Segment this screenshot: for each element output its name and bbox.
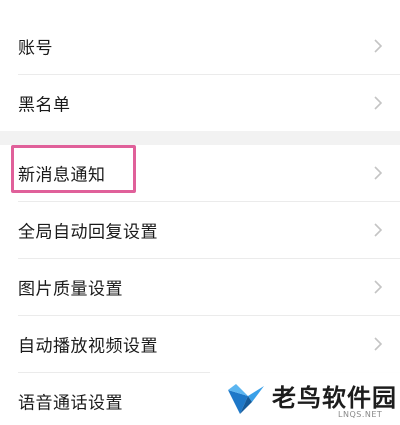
settings-item-label: 新消息通知 (18, 165, 106, 186)
settings-item-label: 黑名单 (18, 95, 71, 116)
settings-item-label: 自动播放视频设置 (18, 336, 158, 357)
watermark-text: 老鸟软件园 (272, 384, 397, 412)
chevron-right-icon (374, 96, 383, 110)
settings-item-blacklist[interactable]: 黑名单 (0, 75, 400, 131)
settings-item-label: 账号 (18, 38, 53, 59)
settings-item-image-quality[interactable]: 图片质量设置 (0, 259, 400, 315)
watermark-subtext: LNQS.NET (338, 410, 383, 419)
settings-item-autoplay-video[interactable]: 自动播放视频设置 (0, 316, 400, 372)
watermark: 老鸟软件园 LNQS.NET (210, 372, 400, 425)
settings-item-new-message-notification[interactable]: 新消息通知 (0, 145, 400, 201)
chevron-right-icon (374, 39, 383, 53)
settings-screen: 账号 黑名单 新消息通知 全局自动回复设置 图片质量设置 自动播放视频设置 语音… (0, 0, 400, 425)
section-gap (0, 131, 400, 145)
bird-logo-icon (228, 384, 264, 414)
settings-item-global-auto-reply[interactable]: 全局自动回复设置 (0, 202, 400, 258)
settings-item-label: 语音通话设置 (18, 393, 123, 414)
chevron-right-icon (374, 280, 383, 294)
chevron-right-icon (374, 337, 383, 351)
settings-item-label: 全局自动回复设置 (18, 222, 158, 243)
settings-item-account[interactable]: 账号 (0, 18, 400, 74)
chevron-right-icon (374, 223, 383, 237)
chevron-right-icon (374, 166, 383, 180)
settings-item-label: 图片质量设置 (18, 279, 123, 300)
